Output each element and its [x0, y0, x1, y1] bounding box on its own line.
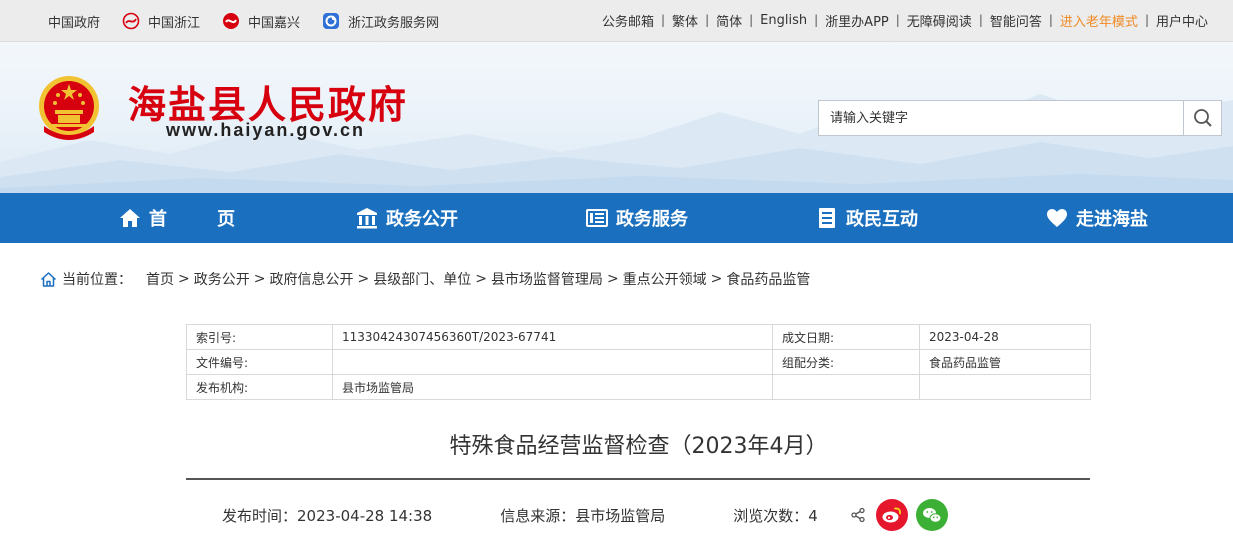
- nav-public-interaction[interactable]: 政民互动: [752, 193, 982, 243]
- meta-key-date: 成文日期:: [772, 324, 920, 350]
- link-accessible-reading[interactable]: 无障碍阅读: [900, 11, 979, 30]
- top-bar-right-links: 公务邮箱 | 繁体 | 简体 | English | 浙里办APP | 无障碍阅…: [595, 0, 1215, 40]
- breadcrumb-food-drug-supervision[interactable]: 食品药品监管: [726, 269, 810, 289]
- nav-discover-haiyan[interactable]: 走进海盐: [982, 193, 1212, 243]
- meta-value-date: 2023-04-28: [919, 324, 1091, 350]
- site-header: 海盐县人民政府 www.haiyan.gov.cn: [0, 42, 1233, 193]
- nav-label: 走进海盐: [1076, 209, 1148, 230]
- breadcrumb-government-affairs[interactable]: 政务公开: [194, 269, 250, 289]
- source-value: 县市场监管局: [575, 506, 666, 525]
- site-url: www.haiyan.gov.cn: [166, 120, 366, 140]
- link-simplified-chinese[interactable]: 简体: [709, 11, 749, 30]
- document-meta-table: 索引号: 11330424307456360T/2023-67741 成文日期:…: [186, 324, 1091, 400]
- views-count: 4: [808, 506, 818, 525]
- wechat-share-icon[interactable]: [915, 499, 948, 531]
- table-row: 发布机构: 县市场监管局: [186, 374, 1091, 400]
- heart-icon: [1047, 209, 1067, 227]
- nav-label: 政务公开: [386, 209, 458, 230]
- link-china-jiaxing[interactable]: 中国嘉兴: [222, 12, 300, 31]
- meta-key-empty: [772, 374, 920, 400]
- breadcrumb-home[interactable]: 首页: [146, 269, 174, 289]
- meta-value-publisher: 县市场监管局: [332, 374, 773, 400]
- link-zhejiang-gov-service[interactable]: 浙江政务服务网: [322, 12, 439, 31]
- search-icon: [1193, 109, 1212, 127]
- zjzwfw-logo-icon: [323, 13, 340, 29]
- publish-time-group: 发布时间：2023-04-28 14:38: [222, 505, 432, 526]
- top-bar-left-links: 中国政府 中国浙江 中国嘉兴 浙江政务服务网: [48, 0, 461, 42]
- source-label: 信息来源：: [500, 506, 576, 525]
- source-group: 信息来源：县市场监管局: [500, 505, 665, 526]
- home-outline-icon: [40, 271, 57, 287]
- publish-time-label: 发布时间：: [222, 506, 298, 525]
- views-group: 浏览次数：4: [733, 505, 818, 526]
- link-smart-qa[interactable]: 智能问答: [983, 11, 1049, 30]
- title-divider: [186, 478, 1090, 480]
- national-emblem-icon: [39, 76, 99, 140]
- meta-value-empty: [919, 374, 1091, 400]
- breadcrumb-separator: >: [178, 271, 190, 287]
- breadcrumb-separator: >: [475, 271, 487, 287]
- article-info-bar: 发布时间：2023-04-28 14:38 信息来源：县市场监管局 浏览次数：4: [222, 499, 948, 531]
- breadcrumb-separator: >: [357, 271, 370, 287]
- breadcrumb-county-departments[interactable]: 县级部门、单位: [373, 269, 471, 289]
- nav-government-affairs[interactable]: 政务公开: [292, 193, 522, 243]
- meta-key-category: 组配分类:: [772, 349, 920, 375]
- link-elderly-mode[interactable]: 进入老年模式: [1053, 11, 1145, 30]
- meta-key-docno: 文件编号:: [186, 349, 333, 375]
- link-gov-mail[interactable]: 公务邮箱: [595, 11, 661, 30]
- nav-home[interactable]: 首 页: [62, 193, 292, 243]
- top-bar: 中国政府 中国浙江 中国嘉兴 浙江政务服务网 公务邮箱 | 繁体 | 简体 | …: [0, 0, 1233, 42]
- breadcrumb: 当前位置： 首页 > 政务公开 > 政府信息公开 > 县级部门、单位 > 县市场…: [40, 268, 810, 290]
- meta-key-index: 索引号:: [186, 324, 333, 350]
- nav-label: 首 页: [148, 209, 258, 230]
- breadcrumb-label: 当前位置：: [62, 272, 132, 288]
- search-button[interactable]: [1183, 101, 1221, 135]
- meta-value-docno: [332, 349, 773, 375]
- link-china-government[interactable]: 中国政府: [48, 12, 100, 31]
- link-zheliban-app[interactable]: 浙里办APP: [818, 11, 896, 30]
- search-box: [818, 100, 1222, 136]
- breadcrumb-market-supervision-bureau[interactable]: 县市场监督管理局: [491, 269, 603, 289]
- meta-key-publisher: 发布机构:: [186, 374, 333, 400]
- breadcrumb-separator: >: [253, 271, 266, 287]
- link-traditional-chinese[interactable]: 繁体: [665, 11, 705, 30]
- breadcrumb-separator: >: [606, 271, 619, 287]
- table-row: 索引号: 11330424307456360T/2023-67741 成文日期:…: [186, 324, 1091, 350]
- link-label: 中国嘉兴: [248, 15, 301, 31]
- jiaxing-logo-icon: [223, 13, 240, 29]
- article-title: 特殊食品经营监督检查（2023年4月）: [449, 434, 828, 459]
- link-user-center[interactable]: 用户中心: [1149, 11, 1215, 30]
- zhejiang-logo-icon: [122, 12, 140, 30]
- breadcrumb-key-areas[interactable]: 重点公开领域: [623, 269, 707, 289]
- views-label: 浏览次数：: [733, 506, 809, 525]
- link-english[interactable]: English: [753, 13, 814, 28]
- publish-time-value: 2023-04-28 14:38: [297, 506, 433, 525]
- link-label: 中国浙江: [148, 15, 201, 31]
- nav-government-services[interactable]: 政务服务: [522, 193, 752, 243]
- weibo-share-icon[interactable]: [875, 499, 908, 531]
- share-bar: [850, 499, 948, 531]
- link-china-zhejiang[interactable]: 中国浙江: [122, 12, 200, 31]
- search-input[interactable]: [819, 101, 1184, 135]
- home-icon: [119, 209, 140, 227]
- nav-label: 政民互动: [846, 209, 918, 230]
- share-icon[interactable]: [850, 507, 866, 523]
- meta-value-index: 11330424307456360T/2023-67741: [332, 324, 773, 350]
- main-nav: 首 页 政务公开 政务服务 政民互动 走进海盐: [0, 193, 1233, 243]
- document-icon: [819, 208, 835, 228]
- link-label: 浙江政务服务网: [348, 15, 440, 31]
- building-icon: [357, 208, 377, 229]
- breadcrumb-separator: >: [710, 271, 723, 287]
- nav-label: 政务服务: [616, 209, 688, 230]
- link-label: 中国政府: [48, 15, 101, 31]
- list-icon: [586, 209, 608, 227]
- meta-value-category: 食品药品监管: [919, 349, 1091, 375]
- table-row: 文件编号: 组配分类: 食品药品监管: [186, 349, 1091, 375]
- breadcrumb-info-disclosure[interactable]: 政府信息公开: [269, 269, 353, 289]
